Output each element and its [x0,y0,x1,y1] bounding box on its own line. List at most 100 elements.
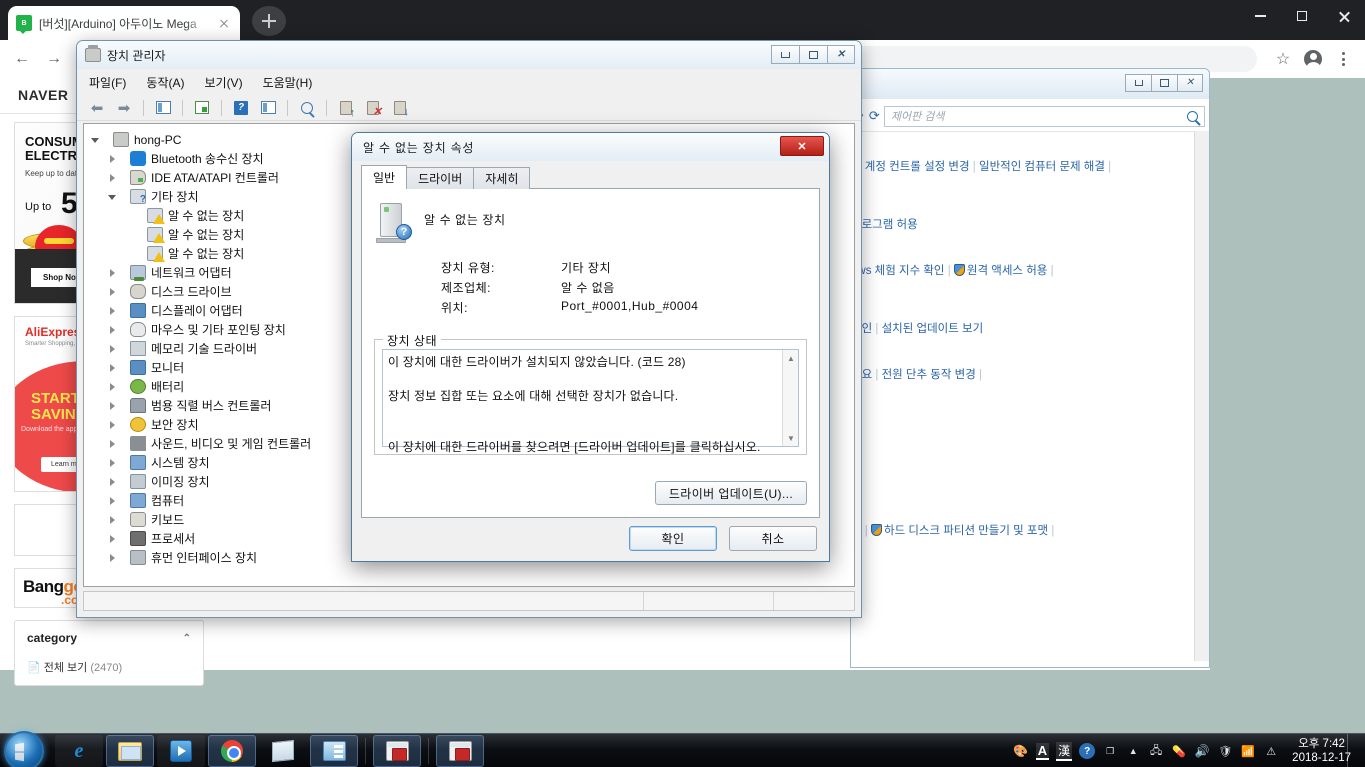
expand-arrow-icon[interactable] [107,514,118,525]
scroll-down-icon[interactable]: ▼ [783,430,799,446]
category-item-all[interactable]: 📄 전체 보기 (2470) [27,659,191,675]
cp-link-updates[interactable]: 확인 | 설치된 업데이트 보기 [851,320,983,336]
update-driver-icon[interactable] [192,98,212,118]
tab-details[interactable]: 자세히 [473,167,531,189]
taskbar-device-manager-1[interactable] [373,735,421,767]
taskbar-internet-explorer[interactable]: e [55,735,103,767]
taskbar-device-manager-2[interactable] [436,735,484,767]
refresh-icon[interactable]: ⟳ [869,108,880,124]
new-tab-button[interactable] [252,6,286,36]
dialog-titlebar[interactable]: 알 수 없는 장치 속성 ✕ [352,133,829,161]
update-driver-button[interactable]: 드라이버 업데이트(U)... [655,481,807,505]
expand-arrow-icon[interactable] [107,438,118,449]
dialog-close-button[interactable]: ✕ [780,136,824,156]
bookmark-star-icon[interactable]: ☆ [1269,45,1297,73]
expand-arrow-icon[interactable] [107,457,118,468]
browser-menu-icon[interactable] [1329,45,1357,73]
ime-hanja-indicator[interactable]: 漢 [1056,741,1073,761]
control-panel-scrollbar[interactable] [1194,131,1209,661]
taskbar-notepad[interactable] [259,735,307,767]
taskbar-media-player[interactable] [157,735,205,767]
expand-arrow-icon[interactable] [107,533,118,544]
collapse-arrow-icon[interactable] [90,134,101,145]
help-icon[interactable]: ? [231,98,251,118]
cancel-button[interactable]: 취소 [729,526,817,551]
scan-hardware-icon[interactable] [297,98,317,118]
expand-arrow-icon[interactable] [107,400,118,411]
device-manager-titlebar[interactable]: 장치 관리자 ✕ [77,41,861,69]
enable-device-icon[interactable] [336,98,356,119]
taskbar-windows-explorer[interactable] [106,735,154,767]
cp-close-button[interactable]: ✕ [1177,74,1203,92]
signal-bars-icon[interactable]: 📶 [1240,743,1256,759]
scroll-up-icon[interactable]: ▲ [783,350,799,366]
cp-minimize-button[interactable] [1125,74,1151,92]
expand-arrow-icon[interactable] [107,381,118,392]
forward-icon[interactable]: → [40,45,68,73]
expand-arrow-icon[interactable] [107,343,118,354]
close-window-button[interactable] [1323,0,1365,32]
chevron-up-icon[interactable]: ⌃ [183,633,191,644]
network-warning-icon[interactable]: ⚠ [1263,743,1279,759]
control-panel-titlebar[interactable]: ✕ [851,69,1209,99]
ime-help-icon[interactable]: ? [1079,743,1096,759]
category-header[interactable]: category ⌃ [27,631,191,645]
tab-general[interactable]: 일반 [361,165,408,189]
taskbar-control-panel[interactable] [310,735,358,767]
expand-arrow-icon[interactable] [107,495,118,506]
expand-arrow-icon[interactable] [107,419,118,430]
cp-maximize-button[interactable] [1151,74,1177,92]
menu-file[interactable]: 파일(F) [89,74,126,91]
close-tab-icon[interactable] [216,15,232,31]
disable-device-icon[interactable] [363,98,383,118]
menu-view[interactable]: 보기(V) [204,74,242,91]
show-hidden-icon[interactable] [258,98,278,118]
start-button[interactable] [4,731,44,767]
properties-icon[interactable] [153,98,173,118]
cp-link-uac[interactable]: 자 계정 컨트롤 설정 변경 | 일반적인 컴퓨터 문제 해결 | [851,158,1111,174]
expand-arrow-icon[interactable] [107,476,118,487]
collapse-arrow-icon[interactable] [107,191,118,202]
control-panel-body: 자 계정 컨트롤 설정 변경 | 일반적인 컴퓨터 문제 해결 | 프로그램 허… [851,131,1209,661]
uninstall-icon[interactable] [390,98,410,118]
taskbar-clock[interactable]: 오후 7:42 2018-12-17 [1292,737,1351,765]
device-status-box[interactable]: 이 장치에 대한 드라이버가 설치되지 않았습니다. (코드 28) 장치 정보… [382,349,799,454]
maximize-button[interactable] [1281,0,1323,32]
back-icon[interactable]: ← [8,45,36,73]
cp-link-power-button[interactable]: 필요 | 전원 단추 동작 변경 | [851,366,982,382]
menu-help[interactable]: 도움말(H) [263,74,313,91]
control-panel-search-input[interactable]: 제어판 검색 [883,105,1205,127]
expand-arrow-icon[interactable] [107,267,118,278]
safely-remove-hardware-icon[interactable]: 🖧 [1148,743,1164,759]
expand-arrow-icon[interactable] [107,172,118,183]
ime-palette-icon[interactable]: 🎨 [1013,743,1029,759]
show-hidden-icons-icon[interactable]: ▲ [1125,743,1141,759]
pill-icon[interactable]: 💊 [1171,743,1187,759]
expand-arrow-icon[interactable] [107,362,118,373]
dm-close-button[interactable]: ✕ [827,45,855,64]
menu-action[interactable]: 동작(A) [146,74,184,91]
show-desktop-button[interactable] [1347,734,1359,767]
status-scrollbar[interactable]: ▲ ▼ [782,350,798,446]
ime-options-icon[interactable]: ❐ [1102,743,1118,759]
expand-arrow-icon[interactable] [107,324,118,335]
ok-button[interactable]: 확인 [629,526,717,551]
minimize-button[interactable] [1239,0,1281,32]
ime-alpha-indicator[interactable]: A [1035,742,1050,760]
expand-arrow-icon[interactable] [107,286,118,297]
dm-minimize-button[interactable] [771,45,799,64]
expand-arrow-icon[interactable] [107,552,118,563]
forward-arrow-icon[interactable]: ➡ [114,98,134,118]
volume-icon[interactable]: 🔊 [1194,743,1210,759]
cp-link-partition[interactable]: 음 | 하드 디스크 파티션 만들기 및 포맷 | [851,522,1054,538]
security-shield-icon[interactable]: 🛡 [1217,743,1233,759]
dm-maximize-button[interactable] [799,45,827,64]
browser-tab[interactable]: B [버섯][Arduino] 아두이노 Mega [8,6,240,40]
back-arrow-icon[interactable]: ⬅ [87,98,107,118]
taskbar-chrome[interactable] [208,735,256,767]
cp-link-experience-index[interactable]: ows 체험 지수 확인 | 원격 액세스 허용 | [851,262,1054,278]
profile-avatar-icon[interactable] [1299,45,1327,73]
expand-arrow-icon[interactable] [107,153,118,164]
expand-arrow-icon[interactable] [107,305,118,316]
tab-driver[interactable]: 드라이버 [406,167,475,189]
